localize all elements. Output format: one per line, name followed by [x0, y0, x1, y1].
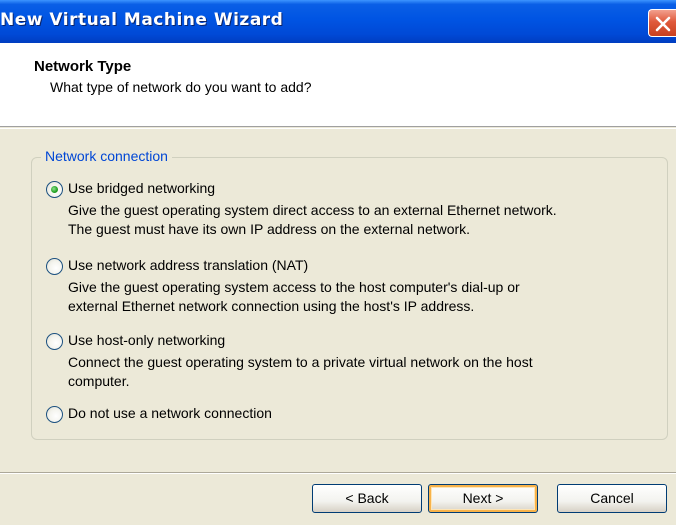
cancel-button[interactable]: Cancel — [557, 484, 667, 513]
next-button[interactable]: Next > — [428, 484, 538, 513]
network-connection-group: Network connection Use bridged networkin… — [31, 148, 668, 440]
header-divider — [0, 128, 676, 129]
radio-nat[interactable] — [46, 258, 63, 275]
description-line: Give the guest operating system access t… — [68, 279, 520, 295]
radio-bridged[interactable] — [46, 181, 63, 198]
option-label[interactable]: Use host-only networking — [68, 332, 225, 348]
group-legend: Network connection — [41, 148, 172, 164]
page-title: Network Type — [34, 58, 132, 75]
wizard-header: Network Type What type of network do you… — [0, 43, 676, 127]
option-label[interactable]: Do not use a network connection — [68, 405, 272, 421]
radio-host-only[interactable] — [46, 333, 63, 350]
option-label[interactable]: Use bridged networking — [68, 180, 215, 196]
close-button[interactable] — [648, 9, 676, 37]
window-title: New Virtual Machine Wizard — [0, 10, 284, 30]
radio-no-network[interactable] — [46, 406, 63, 423]
description-line: The guest must have its own IP address o… — [68, 221, 471, 237]
option-label[interactable]: Use network address translation (NAT) — [68, 257, 308, 273]
description-line: computer. — [68, 373, 130, 389]
option-description: Give the guest operating system access t… — [68, 278, 520, 316]
description-line: Give the guest operating system direct a… — [68, 202, 557, 218]
option-description: Give the guest operating system direct a… — [68, 201, 557, 239]
close-icon — [655, 16, 671, 32]
page-subtitle: What type of network do you want to add? — [50, 79, 312, 95]
description-line: external Ethernet network connection usi… — [68, 298, 475, 314]
description-line: Connect the guest operating system to a … — [68, 354, 533, 370]
option-description: Connect the guest operating system to a … — [68, 353, 533, 391]
back-button[interactable]: < Back — [312, 484, 422, 513]
radio-selected-dot — [51, 186, 58, 193]
footer-divider-highlight — [0, 473, 676, 474]
title-bar[interactable]: New Virtual Machine Wizard — [0, 0, 676, 43]
